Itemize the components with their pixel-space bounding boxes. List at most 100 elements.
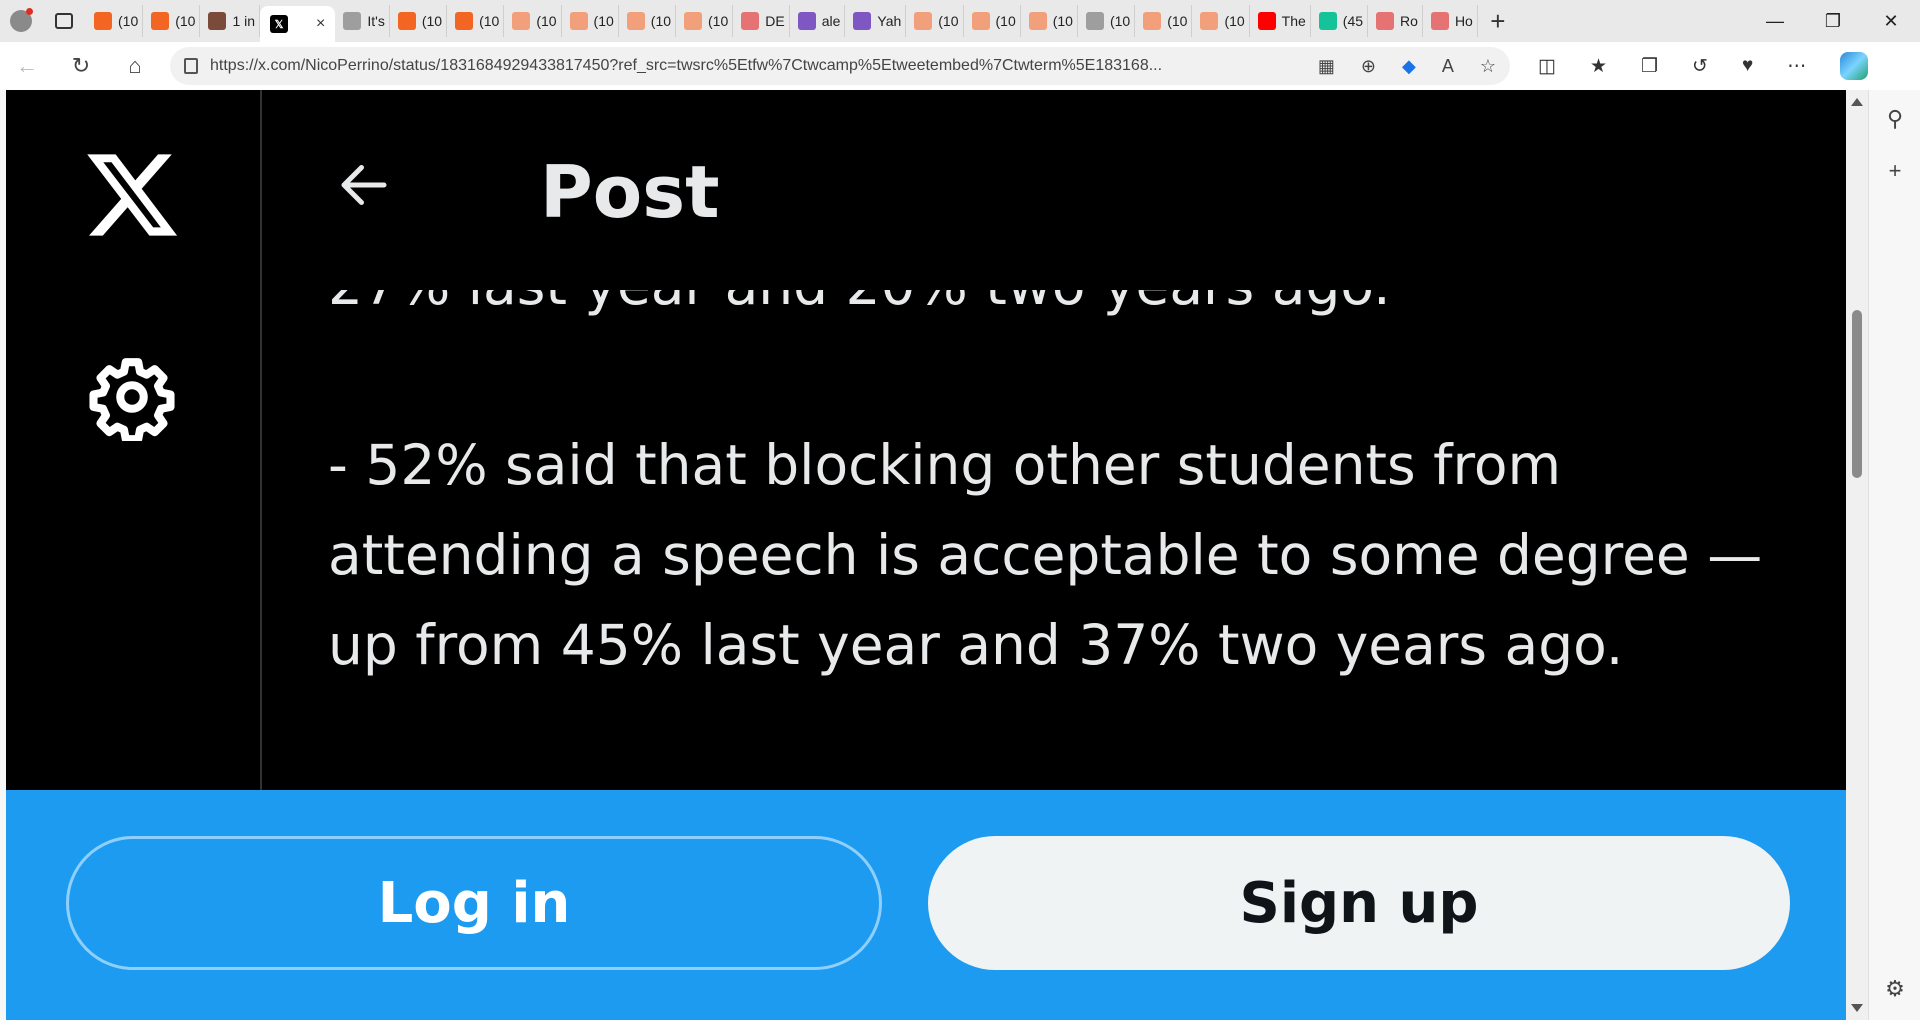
close-tab-icon[interactable]: × bbox=[316, 15, 325, 33]
tab-list: (10 (10 1 in 𝕏 × It's (10 (10 (10 (10 (10 (10 DE ale Y… bbox=[86, 0, 1478, 42]
browser-tab[interactable]: Yah bbox=[845, 5, 907, 37]
tab-favicon-icon bbox=[208, 12, 227, 30]
copilot-icon[interactable] bbox=[1840, 52, 1869, 80]
tab-label: 1 in bbox=[232, 13, 256, 29]
tab-label: (10 bbox=[708, 13, 729, 29]
browser-tab-strip: (10 (10 1 in 𝕏 × It's (10 (10 (10 (10 (10 (10 DE ale Y… bbox=[0, 0, 1920, 42]
window-controls: — ❐ ✕ bbox=[1746, 0, 1920, 42]
tab-favicon-icon bbox=[343, 12, 362, 30]
url-text[interactable]: https://x.com/NicoPerrino/status/1831684… bbox=[210, 57, 1306, 75]
browser-tab[interactable]: (10 bbox=[86, 5, 144, 37]
settings-gear-icon[interactable] bbox=[88, 353, 176, 441]
post-paragraph: - 52% said that blocking other students … bbox=[328, 433, 1763, 677]
browser-tab[interactable]: 1 in bbox=[200, 5, 261, 37]
browser-tab[interactable]: (10 bbox=[390, 5, 448, 37]
signup-button[interactable]: Sign up bbox=[928, 836, 1790, 970]
page-scrollbar[interactable] bbox=[1846, 90, 1868, 1020]
scroll-up-arrow[interactable] bbox=[1851, 98, 1863, 106]
browser-tab[interactable]: (10 bbox=[1135, 5, 1193, 37]
tab-favicon-icon bbox=[151, 12, 170, 30]
tab-favicon-icon bbox=[1376, 12, 1395, 30]
back-arrow-icon[interactable] bbox=[334, 155, 394, 215]
browser-toolbar: ← ↻ ⌂ https://x.com/NicoPerrino/status/1… bbox=[0, 42, 1920, 90]
sidebar-add-icon[interactable]: + bbox=[1869, 158, 1920, 184]
browser-tab[interactable]: Ho bbox=[1423, 5, 1478, 37]
more-menu-icon[interactable]: ⋯ bbox=[1787, 55, 1806, 78]
lock-icon bbox=[184, 58, 198, 74]
collections-icon[interactable]: ❐ bbox=[1641, 55, 1658, 78]
tab-favicon-icon bbox=[1257, 12, 1276, 30]
tab-label: (45 bbox=[1342, 13, 1364, 29]
favorites-icon[interactable]: ★ bbox=[1590, 55, 1607, 78]
browser-tab[interactable]: Ro bbox=[1368, 5, 1423, 37]
tab-favicon-icon bbox=[397, 12, 416, 30]
tab-actions-button[interactable] bbox=[42, 0, 86, 42]
shopping-tag-icon[interactable]: ◆ bbox=[1402, 56, 1416, 77]
split-screen-icon[interactable]: ◫ bbox=[1538, 55, 1556, 78]
browser-tab[interactable]: (10 bbox=[143, 5, 201, 37]
tab-favicon-icon bbox=[94, 12, 112, 30]
close-window-button[interactable]: ✕ bbox=[1862, 0, 1920, 42]
tab-label: (10 bbox=[995, 13, 1016, 29]
address-bar[interactable]: https://x.com/NicoPerrino/status/1831684… bbox=[170, 47, 1510, 85]
browser-essentials-icon[interactable]: ♥ bbox=[1742, 55, 1753, 77]
favorite-star-icon[interactable]: ☆ bbox=[1480, 56, 1496, 77]
page-viewport: Post 27% last year and 20% two years ago… bbox=[6, 90, 1846, 1020]
history-icon[interactable]: ↺ bbox=[1692, 55, 1708, 78]
browser-tab[interactable]: (10 bbox=[504, 5, 562, 37]
tab-label: Yah bbox=[877, 13, 902, 29]
browser-tab[interactable]: The bbox=[1250, 5, 1311, 37]
tab-favicon-icon bbox=[684, 12, 703, 30]
tab-label: (10 bbox=[650, 13, 672, 29]
browser-tab[interactable]: (10 bbox=[447, 5, 505, 37]
browser-sidebar: ⚲ + ⚙ bbox=[1868, 90, 1920, 1020]
new-tab-button[interactable]: + bbox=[1478, 5, 1518, 37]
sidebar-settings-icon[interactable]: ⚙ bbox=[1869, 976, 1920, 1002]
browser-tab[interactable]: ale bbox=[790, 5, 846, 37]
tab-label: (10 bbox=[1109, 13, 1131, 29]
browser-tab[interactable]: (45 bbox=[1311, 5, 1369, 37]
tab-favicon-icon bbox=[853, 12, 872, 30]
browser-tab[interactable]: (10 bbox=[1021, 5, 1078, 37]
tab-label: (10 bbox=[421, 13, 443, 29]
x-logo-icon[interactable] bbox=[82, 145, 182, 245]
tab-favicon-icon bbox=[626, 12, 645, 30]
browser-tab[interactable]: (10 bbox=[619, 5, 677, 37]
refresh-button[interactable]: ↻ bbox=[54, 42, 108, 90]
tab-label: (10 bbox=[1167, 13, 1188, 29]
back-button[interactable]: ← bbox=[0, 42, 54, 90]
sidebar-search-icon[interactable]: ⚲ bbox=[1869, 106, 1920, 132]
tab-label: The bbox=[1281, 13, 1306, 29]
x-favicon-icon: 𝕏 bbox=[270, 15, 289, 33]
app-available-icon[interactable]: ▦ bbox=[1318, 56, 1335, 77]
tab-favicon-icon bbox=[1318, 12, 1337, 30]
home-button[interactable]: ⌂ bbox=[108, 42, 162, 90]
scroll-thumb[interactable] bbox=[1852, 310, 1862, 478]
browser-tab[interactable]: It's bbox=[335, 5, 390, 37]
page-title: Post bbox=[540, 150, 720, 234]
tab-favicon-icon bbox=[512, 12, 531, 30]
profile-button[interactable] bbox=[0, 0, 42, 42]
browser-tab[interactable]: 𝕏 × bbox=[260, 6, 336, 42]
login-button[interactable]: Log in bbox=[66, 836, 882, 970]
browser-tab[interactable]: (10 bbox=[1192, 5, 1250, 37]
minimize-button[interactable]: — bbox=[1746, 0, 1804, 42]
tab-label: (10 bbox=[479, 13, 500, 29]
tab-favicon-icon bbox=[741, 12, 760, 30]
restore-button[interactable]: ❐ bbox=[1804, 0, 1862, 42]
tab-favicon-icon bbox=[797, 12, 816, 30]
browser-tab[interactable]: (10 bbox=[1078, 5, 1136, 37]
tab-label: ale bbox=[821, 13, 841, 29]
read-aloud-icon[interactable]: A bbox=[1442, 56, 1454, 77]
login-signup-bar: Log in Sign up bbox=[6, 790, 1846, 1020]
tab-favicon-icon bbox=[1143, 12, 1162, 30]
tab-favicon-icon bbox=[569, 12, 588, 30]
scroll-down-arrow[interactable] bbox=[1851, 1004, 1863, 1012]
tab-label: (10 bbox=[593, 13, 614, 29]
browser-tab[interactable]: (10 bbox=[964, 5, 1021, 37]
zoom-icon[interactable]: ⊕ bbox=[1361, 56, 1376, 77]
browser-tab[interactable]: (10 bbox=[906, 5, 964, 37]
browser-tab[interactable]: (10 bbox=[676, 5, 734, 37]
browser-tab[interactable]: DE bbox=[733, 5, 790, 37]
browser-tab[interactable]: (10 bbox=[562, 5, 619, 37]
